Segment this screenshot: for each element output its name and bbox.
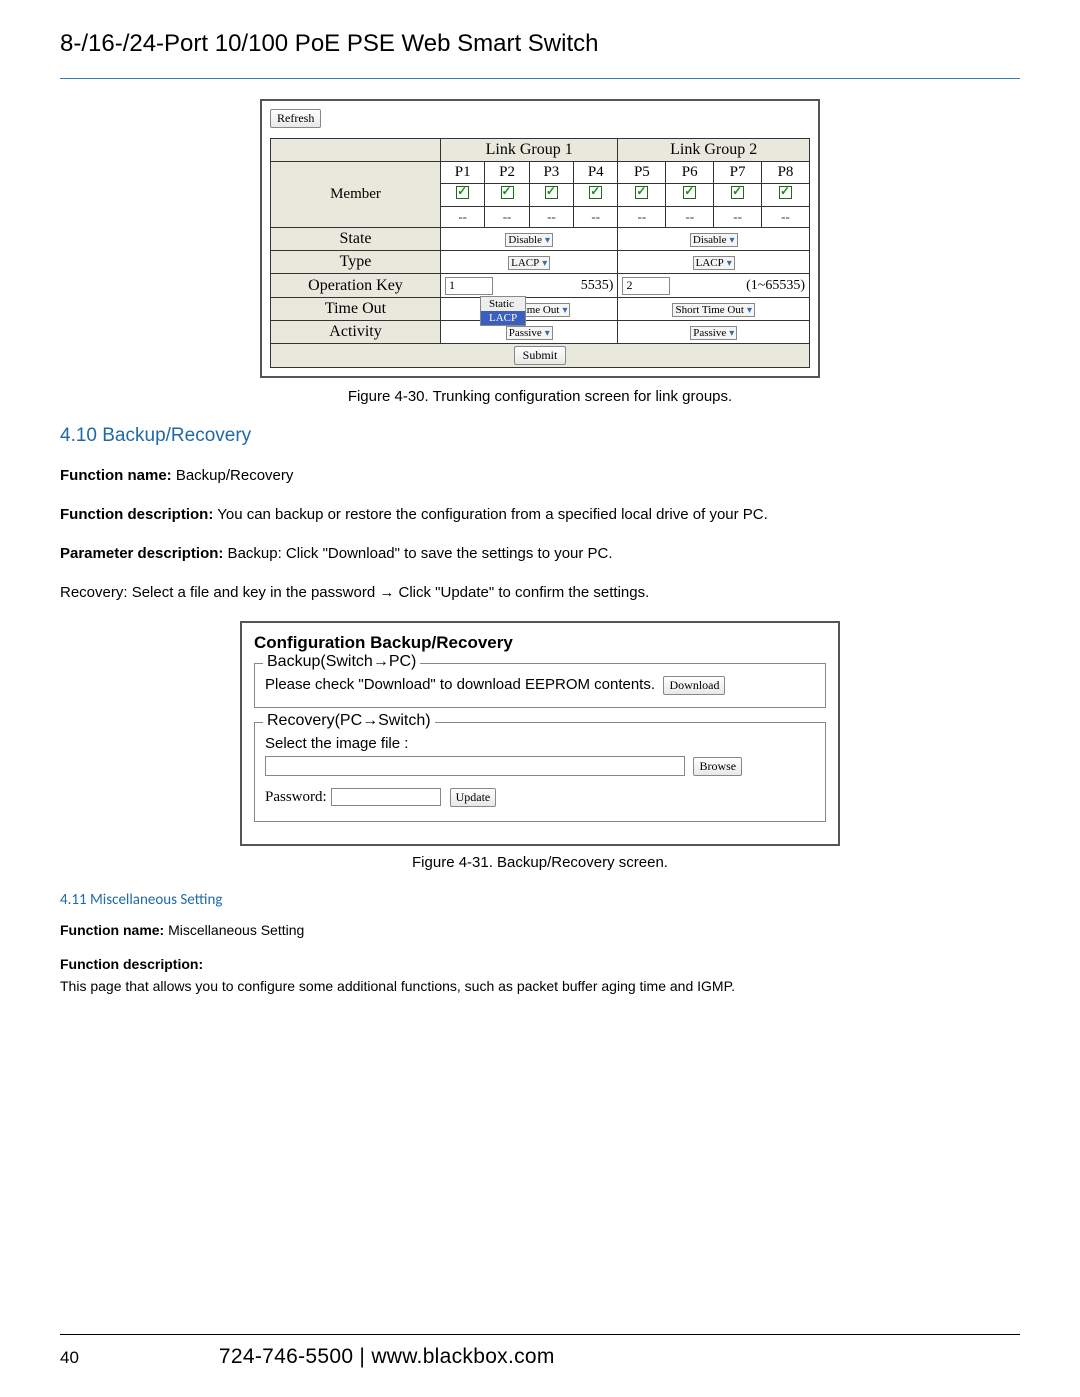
type-dropdown-options: Static LACP (480, 296, 526, 326)
func-name-line: Function name: Backup/Recovery (60, 465, 1020, 486)
member-row-header: Member (271, 162, 441, 228)
member-checkbox-p6[interactable] (683, 186, 696, 199)
link-group-1-header: Link Group 1 (441, 139, 618, 162)
chevron-down-icon: ▾ (727, 258, 732, 269)
chevron-down-icon: ▾ (545, 328, 550, 339)
link-group-2-header: Link Group 2 (618, 139, 810, 162)
trunking-screenshot: Refresh Link Group 1 Link Group 2 Member… (260, 99, 820, 378)
opkey-range: (1~65535) (746, 278, 805, 294)
figure-caption-30: Figure 4-30. Trunking configuration scre… (60, 388, 1020, 405)
member-dash: -- (666, 207, 714, 228)
member-dash: -- (762, 207, 810, 228)
member-dash: -- (574, 207, 618, 228)
chevron-down-icon: ▾ (562, 305, 567, 316)
member-dash: -- (618, 207, 666, 228)
member-checkbox-p4[interactable] (589, 186, 602, 199)
footer-rule (60, 1334, 1020, 1335)
chevron-down-icon: ▾ (542, 258, 547, 269)
section-heading-misc: 4.11 Miscellaneous Setting (60, 891, 1020, 909)
member-dash: -- (485, 207, 529, 228)
timeout-row-header: Time Out (271, 298, 441, 321)
browse-button[interactable]: Browse (693, 757, 742, 776)
submit-button[interactable]: Submit (514, 346, 567, 365)
figure-caption-31: Figure 4-31. Backup/Recovery screen. (60, 854, 1020, 871)
activity-row-header: Activity (271, 321, 441, 344)
page-footer: 40 724-746-5500 | www.blackbox.com (60, 1334, 1020, 1369)
download-button[interactable]: Download (663, 676, 725, 695)
password-input[interactable] (331, 788, 441, 806)
link-group-table: Link Group 1 Link Group 2 Member P1 P2 P… (270, 138, 810, 368)
recovery-fieldset: Recovery(PC→Switch) Select the image fil… (254, 722, 826, 822)
port-label: P1 (441, 162, 485, 184)
type-option-lacp[interactable]: LACP (481, 311, 525, 325)
type-row-header: Type (271, 251, 441, 274)
member-checkbox-p3[interactable] (545, 186, 558, 199)
recovery-legend: Recovery(PC→Switch) (263, 712, 435, 730)
activity-select-group2[interactable]: Passive▾ (690, 326, 737, 340)
port-label: P7 (714, 162, 762, 184)
refresh-button[interactable]: Refresh (270, 109, 321, 128)
opkey-input-group2[interactable]: 2 (622, 277, 670, 295)
chevron-down-icon: ▾ (545, 235, 550, 246)
state-row-header: State (271, 228, 441, 251)
member-dash: -- (441, 207, 485, 228)
footer-contact: 724-746-5500 | www.blackbox.com (219, 1345, 555, 1369)
opkey-range: 5535) (581, 278, 614, 294)
member-checkbox-p5[interactable] (635, 186, 648, 199)
state-select-group2[interactable]: Disable▾ (690, 233, 738, 247)
port-label: P2 (485, 162, 529, 184)
password-label: Password: (265, 789, 327, 805)
select-file-label: Select the image file : (265, 735, 815, 752)
file-input[interactable] (265, 756, 685, 776)
chevron-down-icon: ▾ (730, 235, 735, 246)
port-label: P5 (618, 162, 666, 184)
type-option-static[interactable]: Static (481, 297, 525, 311)
state-select-group1[interactable]: Disable▾ (505, 233, 553, 247)
backup-text: Please check "Download" to download EEPR… (265, 676, 655, 693)
port-label: P3 (529, 162, 573, 184)
chevron-down-icon: ▾ (729, 328, 734, 339)
update-button[interactable]: Update (450, 788, 497, 807)
opkey-row-header: Operation Key (271, 274, 441, 298)
activity-select-group1[interactable]: Passive▾ (506, 326, 553, 340)
backup-box-title: Configuration Backup/Recovery (254, 633, 830, 653)
member-dash: -- (714, 207, 762, 228)
member-dash: -- (529, 207, 573, 228)
backup-recovery-screenshot: Configuration Backup/Recovery Backup(Swi… (240, 621, 840, 846)
backup-legend: Backup(Switch→PC) (263, 653, 420, 671)
param-desc-line: Parameter description: Backup: Click "Do… (60, 543, 1020, 564)
type-select-group1[interactable]: LACP▾ (508, 256, 550, 270)
port-label: P8 (762, 162, 810, 184)
misc-func-desc: Function description: (60, 955, 1020, 975)
misc-func-name: Function name: Miscellaneous Setting (60, 921, 1020, 941)
type-select-group2[interactable]: LACP▾ (693, 256, 735, 270)
page-number: 40 (60, 1348, 79, 1368)
member-checkbox-p7[interactable] (731, 186, 744, 199)
page-title: 8-/16-/24-Port 10/100 PoE PSE Web Smart … (60, 30, 1020, 58)
func-desc-line: Function description: You can backup or … (60, 504, 1020, 525)
member-checkbox-p1[interactable] (456, 186, 469, 199)
timeout-select-group2[interactable]: Short Time Out▾ (672, 303, 755, 317)
header-rule (60, 78, 1020, 79)
backup-fieldset: Backup(Switch→PC) Please check "Download… (254, 663, 826, 708)
port-label: P4 (574, 162, 618, 184)
section-heading-backup: 4.10 Backup/Recovery (60, 425, 1020, 447)
recovery-line: Recovery: Select a file and key in the p… (60, 582, 1020, 603)
member-checkbox-p8[interactable] (779, 186, 792, 199)
chevron-down-icon: ▾ (747, 305, 752, 316)
member-checkbox-p2[interactable] (501, 186, 514, 199)
misc-func-desc-text: This page that allows you to configure s… (60, 977, 1020, 997)
port-label: P6 (666, 162, 714, 184)
opkey-input-group1[interactable]: 1 (445, 277, 493, 295)
